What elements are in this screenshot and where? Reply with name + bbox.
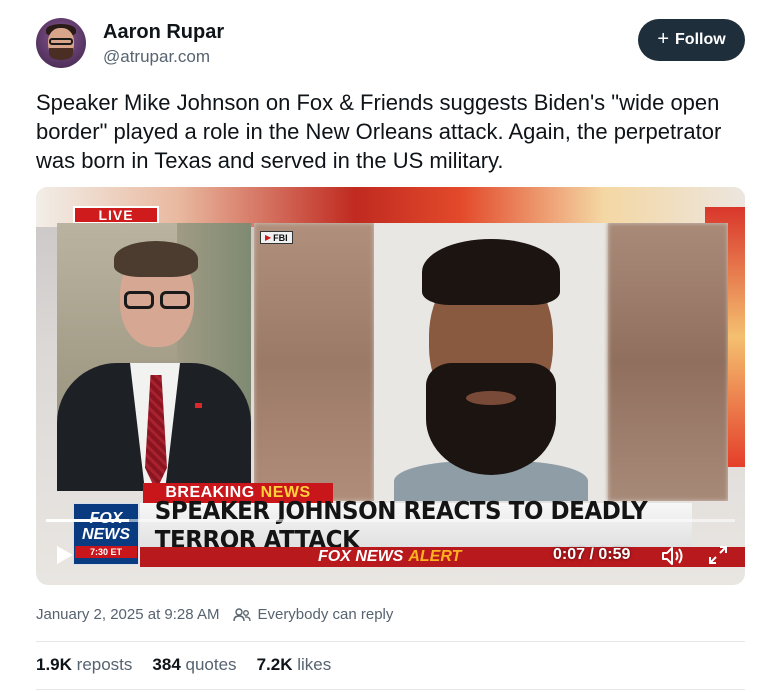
speaker-glasses-right [160,291,190,309]
video-player[interactable]: LIVE ▶ FBI BREAKING NEWS FOX NEWS 7:30 E… [36,187,745,585]
reposts-label: reposts [76,655,133,674]
post-meta: January 2, 2025 at 9:28 AM Everybody can… [36,606,393,623]
likes-label: likes [297,655,332,674]
post-stats: 1.9K reposts 384 quotes 7.2K likes [36,655,331,675]
reposts-stat[interactable]: 1.9K reposts [36,655,132,675]
suspect-mouth [466,391,516,405]
author-handle[interactable]: @atrupar.com [103,47,210,67]
triangle-icon: ▶ [265,233,272,242]
post-date[interactable]: January 2, 2025 at 9:28 AM [36,606,219,623]
divider-bottom [36,689,745,690]
avatar-glasses [49,38,73,45]
flag-pin [195,403,202,408]
reply-setting: Everybody can reply [257,606,394,623]
suspect-photo [374,223,608,501]
progress-fill [46,519,129,522]
quotes-count: 384 [152,655,181,674]
volume-icon[interactable] [661,545,685,567]
video-controls: 0:07 / 0:59 [36,517,745,585]
divider [36,641,745,642]
progress-bar[interactable] [46,519,735,522]
fbi-tag: ▶ FBI [260,231,293,244]
time-display: 0:07 / 0:59 [553,546,631,563]
reposts-count: 1.9K [36,655,72,674]
follow-button-label: Follow [675,31,726,48]
likes-count: 7.2K [256,655,293,674]
avatar[interactable] [36,18,86,68]
follow-button[interactable]: + Follow [638,19,745,61]
suspect-beard [426,363,556,475]
people-icon [233,607,252,621]
post-text: Speaker Mike Johnson on Fox & Friends su… [36,90,722,173]
live-badge: LIVE [73,206,159,224]
likes-stat[interactable]: 7.2K likes [257,655,332,675]
fullscreen-icon[interactable] [708,545,728,565]
fbi-photo-panel: ▶ FBI [254,223,728,501]
fbi-tag-label: FBI [273,232,288,243]
speaker-glasses-left [124,291,154,309]
plus-icon: + [657,28,670,50]
post-card: Aaron Rupar @atrupar.com + Follow Speake… [0,0,772,692]
blurred-photo-left [254,223,374,501]
play-icon[interactable] [56,545,74,565]
author-name[interactable]: Aaron Rupar [103,21,224,44]
quotes-label: quotes [185,655,237,674]
suspect-hair [422,239,560,305]
speaker-hair [114,241,198,277]
quotes-stat[interactable]: 384 quotes [152,655,236,675]
blurred-photo-right [608,223,728,501]
speaker-video-frame [57,223,251,491]
avatar-beard [49,48,73,60]
